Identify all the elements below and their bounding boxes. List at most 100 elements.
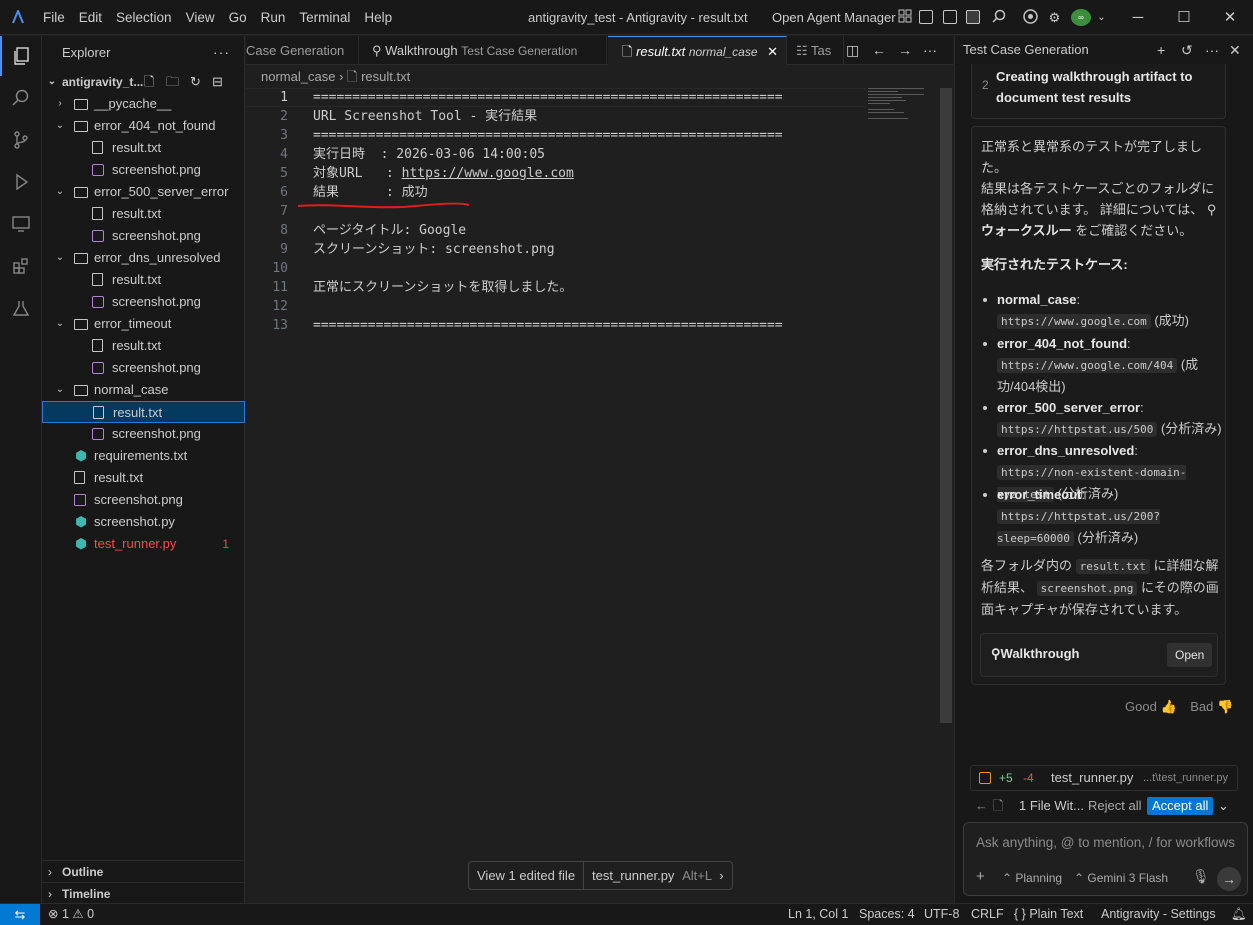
accept-all-button[interactable]: Accept all [1147,797,1214,815]
chevron-down-icon[interactable]: ⌄ [1093,9,1110,26]
reject-all-button[interactable]: Reject all [1088,795,1141,817]
search-icon[interactable] [990,9,1007,26]
source-control-icon[interactable] [0,120,42,160]
settings-gear-icon[interactable]: ⚙ [1046,9,1063,26]
more-actions-icon[interactable]: ··· [1205,42,1219,58]
refresh-icon[interactable]: ↻ [190,71,201,93]
toggle-secondary-sidebar-icon[interactable] [966,10,980,24]
close-panel-icon[interactable]: ✕ [1229,42,1241,59]
menu-terminal[interactable]: Terminal [292,0,357,35]
tree-folder[interactable]: ⌄ error_404_not_found [42,115,245,137]
chevron-down-icon[interactable]: ⌄ [1218,795,1229,817]
microphone-icon[interactable]: 🎙 [1192,868,1210,885]
walkthrough-open-button[interactable]: Open [1167,643,1213,667]
history-icon[interactable]: ↺ [1181,42,1193,59]
menu-selection[interactable]: Selection [109,0,179,35]
run-debug-icon[interactable] [0,162,42,202]
outline-section[interactable]: › Outline [42,860,245,882]
layout-grid-icon[interactable] [896,9,913,26]
edited-file-button[interactable]: test_runner.py Alt+L › [584,862,732,889]
chat-input[interactable]: Ask anything, @ to mention, / for workfl… [963,822,1248,896]
tab-tasks[interactable]: ☷ Tas [788,36,844,65]
close-icon[interactable]: ✕ [1207,0,1253,35]
tree-file[interactable]: result.txt [42,401,245,423]
tree-file[interactable]: result.txt [42,335,245,357]
walkthrough-link[interactable]: ウォークスルー [981,223,1072,238]
new-folder-icon[interactable]: 🗀 [166,71,179,93]
search-view-icon[interactable] [0,78,42,118]
explorer-files-icon[interactable] [0,36,42,76]
go-back-icon[interactable]: ← [872,42,886,58]
changed-file-chip[interactable]: +5 -4 test_runner.py ...t\test_runner.py [970,765,1238,791]
tree-file[interactable]: screenshot.png [42,357,245,379]
workspace-root[interactable]: ⌄ antigravity_t... 🗋 🗀 ↻ ⊟ [42,71,245,93]
remote-indicator-icon[interactable]: ⇆ [0,904,40,925]
antigravity-settings[interactable]: Antigravity - Settings [1101,904,1216,925]
send-arrow-icon[interactable]: → [1217,867,1241,891]
bad-button[interactable]: Bad 👎 [1190,699,1233,714]
tree-file[interactable]: screenshot.png [42,291,245,313]
end-of-line[interactable]: CRLF [971,904,1004,925]
menu-go[interactable]: Go [222,0,254,35]
tree-folder[interactable]: › __pycache__ [42,93,245,115]
notifications-bell-icon[interactable]: 🔔︎ [1231,904,1247,925]
more-actions-icon[interactable]: ··· [923,42,937,58]
problems-indicator[interactable]: ⊗ 1 ⚠ 0 [48,904,94,925]
extensions-icon[interactable] [0,246,42,286]
open-agent-manager-button[interactable]: Open Agent Manager [772,0,896,35]
good-button[interactable]: Good 👍 [1125,699,1177,714]
language-mode[interactable]: { } Plain Text [1014,904,1083,925]
tree-file[interactable]: result.txt [42,467,245,489]
tree-file[interactable]: screenshot.png [42,225,245,247]
menu-edit[interactable]: Edit [72,0,109,35]
toggle-primary-sidebar-icon[interactable] [919,10,933,24]
editor-scrollbar[interactable] [940,88,952,723]
testing-flask-icon[interactable] [0,288,42,328]
new-file-icon[interactable]: 🗋 [144,71,154,93]
tab-walkthrough[interactable]: ⚲ Walkthrough Test Case Generation [360,36,607,65]
menu-help[interactable]: Help [357,0,399,35]
tree-file[interactable]: ⬢ screenshot.py [42,511,245,533]
tree-folder[interactable]: ⌄ error_dns_unresolved [42,247,245,269]
menu-file[interactable]: File [36,0,72,35]
add-context-plus-icon[interactable]: + [976,868,985,885]
remote-explorer-icon[interactable] [0,204,42,244]
walkthrough-artifact[interactable]: ⚲Walkthrough Open [980,633,1218,677]
tree-folder[interactable]: ⌄ normal_case [42,379,245,401]
more-actions-icon[interactable]: ··· [213,44,230,60]
tree-file[interactable]: screenshot.png [42,489,245,511]
indentation[interactable]: Spaces: 4 [859,904,915,925]
files-label[interactable]: 1 File Wit... [1019,795,1084,817]
new-chat-plus-icon[interactable]: + [1157,42,1165,58]
tree-file[interactable]: ⬢ test_runner.py 1 [42,533,245,555]
tree-file[interactable]: result.txt [42,203,245,225]
view-edited-file-button[interactable]: View 1 edited file [469,862,583,889]
tree-file[interactable]: result.txt [42,137,245,159]
breadcrumb-file[interactable]: result.txt [361,69,410,84]
encoding[interactable]: UTF-8 [924,904,959,925]
collapse-all-icon[interactable]: ⊟ [212,71,223,93]
tree-folder[interactable]: ⌄ error_timeout [42,313,245,335]
minimize-icon[interactable]: ─ [1115,0,1161,35]
back-arrow-icon[interactable]: ← [975,795,988,817]
toggle-panel-icon[interactable] [943,10,957,24]
tab-case-generation[interactable]: Case Generation [246,36,359,65]
go-forward-icon[interactable]: → [898,42,912,58]
tree-folder[interactable]: ⌄ error_500_server_error [42,181,245,203]
menu-view[interactable]: View [179,0,222,35]
cursor-position[interactable]: Ln 1, Col 1 [788,904,848,925]
menu-run[interactable]: Run [254,0,293,35]
tree-file[interactable]: screenshot.png [42,159,245,181]
minimap[interactable] [866,88,926,119]
tree-file[interactable]: ⬢ requirements.txt [42,445,245,467]
tree-file[interactable]: screenshot.png [42,423,245,445]
tree-file[interactable]: result.txt [42,269,245,291]
close-tab-icon[interactable]: ✕ [767,37,778,65]
split-editor-icon[interactable]: ◫ [846,42,859,59]
tab-result-txt[interactable]: 🗋 result.txt normal_case ✕ [608,36,787,65]
timeline-section[interactable]: › Timeline [42,882,245,904]
maximize-icon[interactable]: ☐ [1161,0,1207,35]
breadcrumb-folder[interactable]: normal_case [261,69,335,84]
account-avatar-icon[interactable]: ∞ [1071,9,1091,26]
model-selector[interactable]: ⌃ Gemini 3 Flash [1074,871,1168,885]
